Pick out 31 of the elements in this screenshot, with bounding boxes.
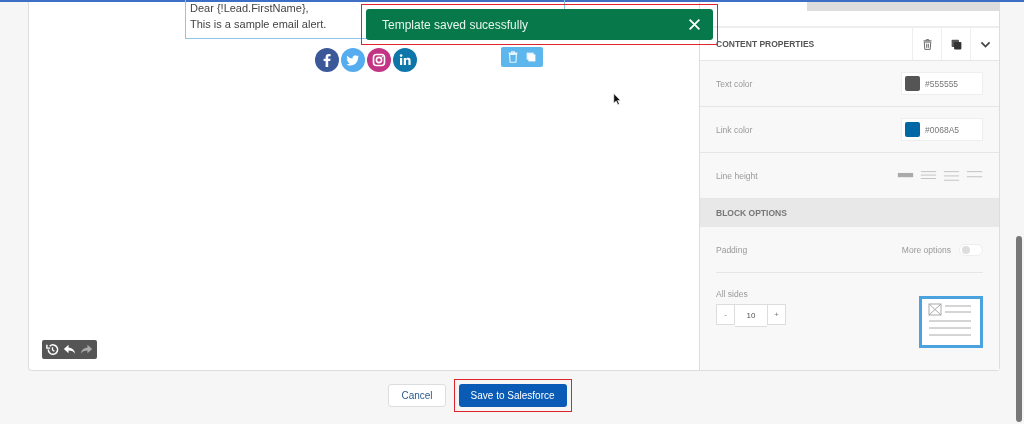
trash-icon[interactable] bbox=[920, 37, 934, 51]
padding-label: Padding bbox=[716, 244, 748, 255]
content-properties-heading: CONTENT PROPERTIES bbox=[715, 39, 815, 49]
scrollbar[interactable] bbox=[1016, 236, 1022, 422]
color-field[interactable]: #555555 bbox=[901, 72, 983, 95]
duplicate-icon[interactable] bbox=[949, 37, 963, 51]
property-label: Text color bbox=[716, 78, 753, 89]
line-height-option-icon[interactable] bbox=[920, 170, 937, 181]
trash-icon[interactable] bbox=[506, 50, 520, 64]
greeting-text: Dear {!Lead.FirstName}, bbox=[190, 1, 309, 14]
history-icon[interactable] bbox=[45, 342, 60, 357]
padding-preview-icon bbox=[919, 296, 983, 348]
increment-button[interactable]: + bbox=[767, 304, 786, 325]
property-label: Link color bbox=[716, 124, 753, 135]
block-options-heading: BLOCK OPTIONS bbox=[716, 208, 787, 218]
line-height-option-icon[interactable] bbox=[943, 170, 960, 181]
close-icon[interactable] bbox=[688, 18, 701, 31]
all-sides-label: All sides bbox=[716, 289, 749, 299]
cancel-button[interactable]: Cancel bbox=[388, 384, 446, 407]
toggle-switch[interactable] bbox=[959, 243, 983, 256]
save-to-salesforce-button[interactable]: Save to Salesforce bbox=[458, 384, 567, 407]
color-swatch[interactable] bbox=[905, 122, 920, 137]
padding-value-field[interactable]: 10 bbox=[735, 304, 767, 327]
color-field[interactable]: #0068A5 bbox=[901, 118, 983, 141]
property-label: Line height bbox=[716, 170, 758, 181]
mouse-cursor-icon bbox=[613, 92, 622, 107]
more-options-label: More options bbox=[901, 244, 951, 255]
email-body-text: This is a sample email alert. bbox=[190, 17, 327, 32]
decrement-button[interactable]: - bbox=[716, 304, 735, 325]
color-swatch[interactable] bbox=[905, 76, 920, 91]
toast-message: Template saved sucessfully bbox=[382, 17, 529, 32]
